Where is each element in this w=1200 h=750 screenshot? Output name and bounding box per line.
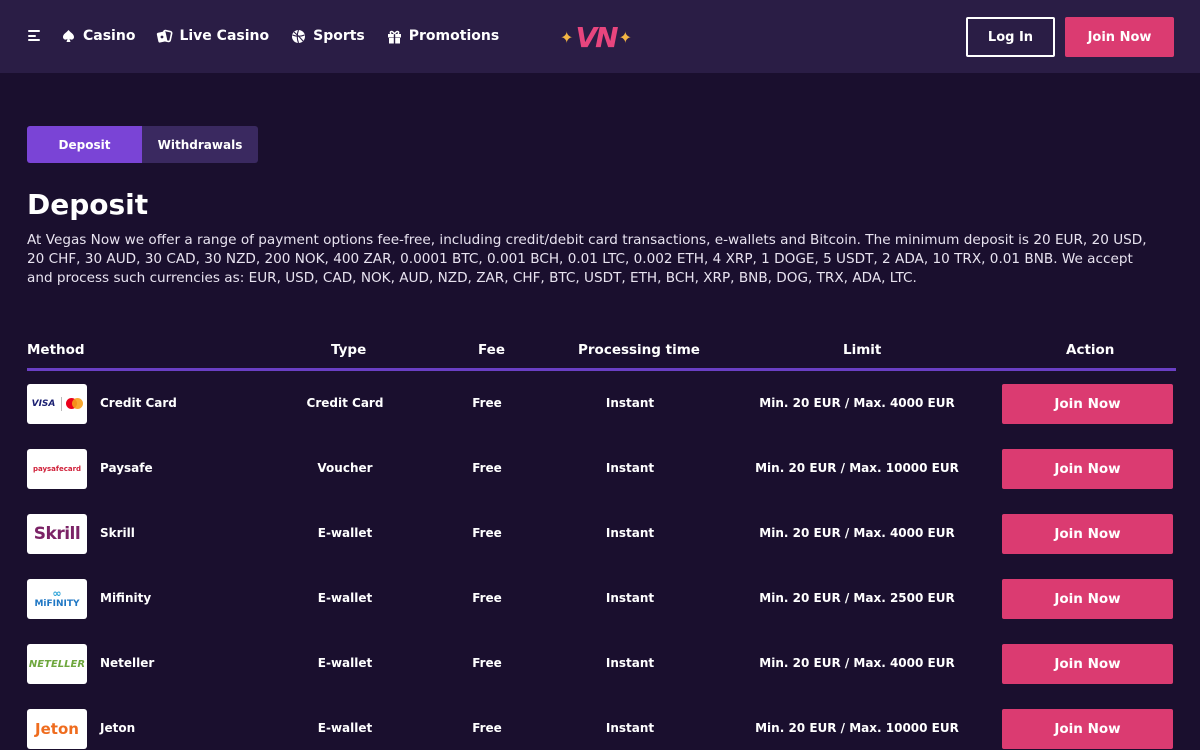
method-limit: Min. 20 EUR / Max. 10000 EUR: [755, 721, 959, 735]
join-now-button[interactable]: Join Now: [1002, 644, 1173, 684]
visa-mastercard-logo: VISA: [27, 384, 87, 424]
skrill-logo: Skrill: [27, 514, 87, 554]
header-divider: [27, 368, 1176, 371]
login-button[interactable]: Log In: [966, 17, 1055, 57]
method-processing-time: Instant: [605, 591, 655, 605]
method-name: Jeton: [100, 721, 136, 735]
table-row: ∞ MiFINITY Mifinity E-wallet Free Instan…: [27, 579, 1176, 619]
join-now-button[interactable]: Join Now: [1065, 17, 1174, 57]
method-type: Credit Card: [306, 396, 384, 410]
nav-label: Casino: [83, 28, 136, 44]
method-limit: Min. 20 EUR / Max. 2500 EUR: [759, 591, 955, 605]
table-row: paysafecard Paysafe Voucher Free Instant…: [27, 449, 1176, 489]
join-now-button[interactable]: Join Now: [1002, 579, 1173, 619]
method-name: Mifinity: [100, 591, 152, 605]
top-header: Casino Live Casino Sports Promotions ✦ V…: [0, 0, 1200, 73]
nav-item-sports[interactable]: Sports: [290, 24, 365, 48]
neteller-logo: NETELLER: [27, 644, 87, 684]
join-now-button[interactable]: Join Now: [1002, 514, 1173, 554]
mifinity-logo: ∞ MiFINITY: [27, 579, 87, 619]
nav-item-live-casino[interactable]: Live Casino: [156, 24, 269, 48]
method-limit: Min. 20 EUR / Max. 4000 EUR: [759, 656, 955, 670]
method-type: E-wallet: [317, 721, 373, 735]
method-fee: Free: [472, 721, 502, 735]
table-row: Jeton Jeton E-wallet Free Instant Min. 2…: [27, 709, 1176, 749]
jeton-logo: Jeton: [27, 709, 87, 749]
brand-logo[interactable]: ✦ VN ✦: [560, 18, 632, 56]
method-type: Voucher: [317, 461, 373, 475]
column-header-processing: Processing time: [578, 342, 700, 358]
nav-label: Sports: [313, 28, 365, 44]
method-fee: Free: [472, 656, 502, 670]
sports-icon: [290, 28, 307, 45]
table-header: Method Type Fee Processing time Limit Ac…: [27, 340, 1176, 369]
tab-deposit[interactable]: Deposit: [27, 126, 142, 163]
join-now-button[interactable]: Join Now: [1002, 449, 1173, 489]
method-type: E-wallet: [317, 656, 373, 670]
method-name: Skrill: [100, 526, 135, 540]
star-icon: ✦: [618, 27, 632, 47]
promotions-icon: [386, 28, 403, 45]
method-processing-time: Instant: [605, 461, 655, 475]
method-processing-time: Instant: [605, 721, 655, 735]
method-fee: Free: [472, 526, 502, 540]
method-fee: Free: [472, 461, 502, 475]
live-casino-icon: [156, 28, 173, 45]
join-now-button[interactable]: Join Now: [1002, 384, 1173, 424]
method-limit: Min. 20 EUR / Max. 4000 EUR: [759, 396, 955, 410]
main-nav: Casino Live Casino Sports Promotions: [60, 24, 520, 48]
column-header-type: Type: [331, 342, 367, 358]
table-row: Skrill Skrill E-wallet Free Instant Min.…: [27, 514, 1176, 554]
casino-icon: [60, 28, 77, 45]
table-row: NETELLER Neteller E-wallet Free Instant …: [27, 644, 1176, 684]
column-header-limit: Limit: [843, 342, 882, 358]
method-name: Credit Card: [100, 396, 177, 410]
method-type: E-wallet: [317, 591, 373, 605]
column-header-method: Method: [27, 342, 85, 358]
logo-text: VN: [575, 20, 618, 54]
deposit-description: At Vegas Now we offer a range of payment…: [27, 232, 1147, 286]
table-row: VISA Credit Card Credit Card Free Instan…: [27, 384, 1176, 424]
star-icon: ✦: [560, 27, 574, 47]
payment-tabs: Deposit Withdrawals: [27, 126, 258, 163]
method-name: Paysafe: [100, 461, 153, 475]
method-limit: Min. 20 EUR / Max. 4000 EUR: [759, 526, 955, 540]
menu-icon[interactable]: [28, 30, 41, 41]
nav-label: Promotions: [408, 28, 500, 44]
nav-item-promotions[interactable]: Promotions: [386, 24, 499, 48]
method-processing-time: Instant: [605, 526, 655, 540]
method-processing-time: Instant: [605, 656, 655, 670]
method-name: Neteller: [100, 656, 155, 670]
method-type: E-wallet: [317, 526, 373, 540]
method-limit: Min. 20 EUR / Max. 10000 EUR: [755, 461, 959, 475]
join-now-button[interactable]: Join Now: [1002, 709, 1173, 749]
nav-item-casino[interactable]: Casino: [60, 24, 135, 48]
method-fee: Free: [472, 591, 502, 605]
paysafecard-logo: paysafecard: [27, 449, 87, 489]
column-header-fee: Fee: [478, 342, 505, 358]
tab-withdrawals[interactable]: Withdrawals: [142, 126, 258, 163]
nav-label: Live Casino: [179, 28, 270, 44]
method-fee: Free: [472, 396, 502, 410]
page-title: Deposit: [27, 188, 149, 221]
column-header-action: Action: [1066, 342, 1115, 358]
method-processing-time: Instant: [605, 396, 655, 410]
